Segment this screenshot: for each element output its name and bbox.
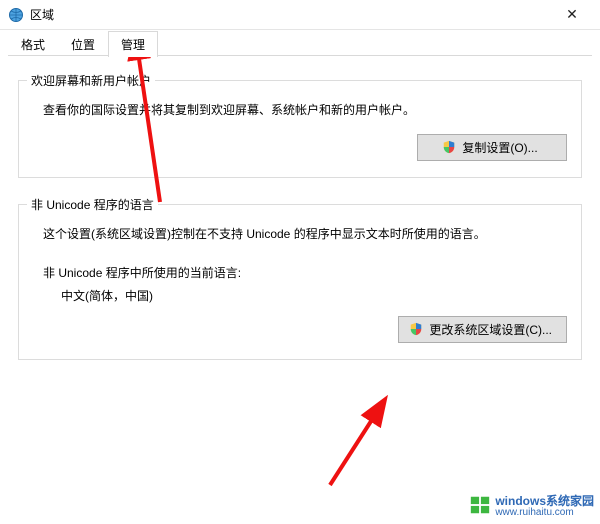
group-welcome-screen: 欢迎屏幕和新用户帐户 查看你的国际设置并将其复制到欢迎屏幕、系统帐户和新的用户帐… — [18, 80, 582, 178]
globe-icon — [8, 7, 24, 23]
close-button[interactable]: ✕ — [552, 0, 592, 30]
tab-underline — [8, 55, 592, 56]
group-non-unicode-legend: 非 Unicode 程序的语言 — [27, 196, 158, 213]
change-system-locale-button[interactable]: 更改系统区域设置(C)... — [398, 316, 567, 343]
tab-strip: 格式 位置 管理 — [0, 30, 600, 56]
window-title: 区域 — [30, 6, 54, 23]
group-welcome-desc: 查看你的国际设置并将其复制到欢迎屏幕、系统帐户和新的用户帐户。 — [43, 99, 567, 122]
annotation-arrow-bottom — [320, 395, 440, 495]
group-non-unicode-desc: 这个设置(系统区域设置)控制在不支持 Unicode 的程序中显示文本时所使用的… — [43, 223, 567, 246]
titlebar: 区域 ✕ — [0, 0, 600, 30]
watermark-main: windows系统家园 — [495, 494, 594, 508]
copy-settings-label: 复制设置(O)... — [462, 139, 537, 156]
change-system-locale-label: 更改系统区域设置(C)... — [429, 321, 552, 338]
current-language-value: 中文(简体，中国) — [61, 287, 567, 304]
tab-location[interactable]: 位置 — [58, 31, 108, 57]
tab-panel-admin: 欢迎屏幕和新用户帐户 查看你的国际设置并将其复制到欢迎屏幕、系统帐户和新的用户帐… — [0, 56, 600, 404]
group-non-unicode: 非 Unicode 程序的语言 这个设置(系统区域设置)控制在不支持 Unico… — [18, 204, 582, 360]
copy-settings-button[interactable]: 复制设置(O)... — [417, 134, 567, 161]
tab-admin[interactable]: 管理 — [108, 31, 158, 57]
uac-shield-icon — [442, 140, 456, 154]
windows-logo-icon — [469, 494, 491, 516]
uac-shield-icon — [409, 322, 423, 336]
watermark-sub: www.ruihaitu.com — [495, 507, 594, 518]
watermark: windows系统家园 www.ruihaitu.com — [469, 492, 594, 518]
tab-format[interactable]: 格式 — [8, 31, 58, 57]
group-welcome-legend: 欢迎屏幕和新用户帐户 — [27, 72, 155, 89]
current-language-label: 非 Unicode 程序中所使用的当前语言: — [43, 264, 567, 281]
